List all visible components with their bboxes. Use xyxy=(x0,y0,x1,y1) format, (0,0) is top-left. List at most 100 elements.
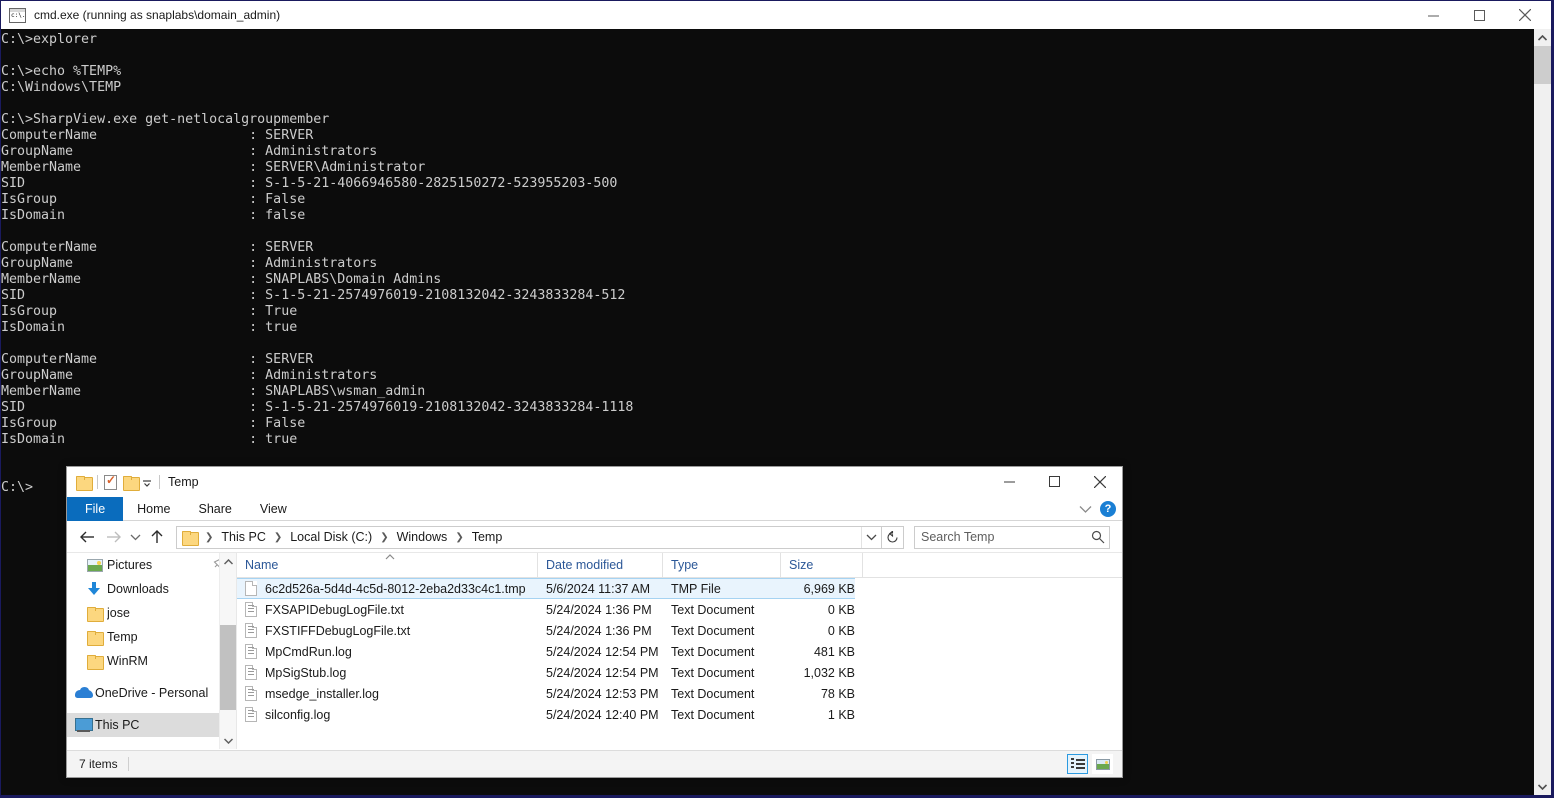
sidebar-item-jose[interactable]: jose xyxy=(67,601,236,625)
file-type-cell: TMP File xyxy=(671,581,721,596)
console-icon xyxy=(9,7,26,23)
cmd-scrollbar[interactable] xyxy=(1534,29,1551,795)
file-date-cell: 5/6/2024 11:37 AM xyxy=(546,581,651,596)
table-row[interactable]: FXSTIFFDebugLogFile.txt 5/24/2024 1:36 P… xyxy=(237,620,1122,641)
explorer-titlebar[interactable]: Temp xyxy=(67,467,1122,497)
forward-button[interactable] xyxy=(100,524,126,550)
file-name-cell: 6c2d526a-5d4d-4c5d-8012-2eba2d33c4c1.tmp xyxy=(237,581,538,596)
file-date-cell: 5/24/2024 12:54 PM xyxy=(546,644,659,659)
file-size-cell: 6,969 KB xyxy=(803,581,855,596)
scroll-down-arrow-icon[interactable] xyxy=(1534,778,1551,795)
file-name-cell: silconfig.log xyxy=(237,707,538,722)
column-header-size[interactable]: Size xyxy=(781,553,863,577)
text-document-icon xyxy=(245,707,257,722)
explorer-maximize-button[interactable] xyxy=(1032,467,1077,496)
file-size-cell: 0 KB xyxy=(827,602,855,617)
file-explorer-window: Temp File Home Share View ? xyxy=(66,466,1123,778)
scroll-up-arrow-icon[interactable] xyxy=(220,553,236,570)
large-icons-view-icon[interactable] xyxy=(1092,754,1113,774)
refresh-icon[interactable] xyxy=(882,525,904,549)
table-row[interactable]: MpSigStub.log 5/24/2024 12:54 PM Text Do… xyxy=(237,662,1122,683)
file-size-cell: 481 KB xyxy=(813,644,855,659)
sidebar-item-label: This PC xyxy=(95,718,140,732)
column-header-label: Type xyxy=(671,558,699,572)
search-placeholder: Search Temp xyxy=(921,530,995,544)
search-input[interactable]: Search Temp xyxy=(914,525,1110,549)
breadcrumb-this-pc[interactable]: This PC xyxy=(219,530,267,544)
text-document-icon xyxy=(245,665,257,680)
folder-icon xyxy=(87,605,104,622)
sidebar-item-onedrive[interactable]: OneDrive - Personal xyxy=(67,681,236,705)
table-row[interactable]: FXSAPIDebugLogFile.txt 5/24/2024 1:36 PM… xyxy=(237,599,1122,620)
column-header-name[interactable]: Name xyxy=(237,553,538,577)
explorer-main: Pictures Downloads jose Temp WinRM OneDr… xyxy=(67,552,1122,749)
quick-access-toolbar: Temp xyxy=(67,473,199,491)
file-date-cell: 5/24/2024 12:40 PM xyxy=(546,707,659,722)
breadcrumb-separator: ❯ xyxy=(380,531,389,543)
text-document-icon xyxy=(245,623,257,638)
sidebar-item-winrm[interactable]: WinRM xyxy=(67,649,236,673)
scroll-down-arrow-icon[interactable] xyxy=(220,732,236,749)
folder-icon[interactable] xyxy=(182,530,199,546)
cmd-window-controls xyxy=(1410,1,1548,29)
help-icon[interactable]: ? xyxy=(1100,501,1116,517)
cmd-maximize-button[interactable] xyxy=(1456,1,1502,29)
tab-share[interactable]: Share xyxy=(185,497,246,521)
table-row[interactable]: msedge_installer.log 5/24/2024 12:53 PM … xyxy=(237,683,1122,704)
breadcrumb-separator: ❯ xyxy=(273,531,283,543)
file-type-cell: Text Document xyxy=(671,644,755,659)
properties-icon[interactable] xyxy=(104,473,117,490)
explorer-close-button[interactable] xyxy=(1077,467,1122,496)
sidebar-item-temp[interactable]: Temp xyxy=(67,625,236,649)
breadcrumb-local-disk[interactable]: Local Disk (C:) xyxy=(288,530,374,544)
table-row[interactable]: 6c2d526a-5d4d-4c5d-8012-2eba2d33c4c1.tmp… xyxy=(237,578,855,599)
file-name-label: MpCmdRun.log xyxy=(265,644,352,659)
tab-view[interactable]: View xyxy=(246,497,301,521)
sidebar-item-label: OneDrive - Personal xyxy=(95,686,209,700)
column-header-date-modified[interactable]: Date modified xyxy=(538,553,663,577)
address-dropdown-icon[interactable] xyxy=(861,526,881,548)
breadcrumb-temp[interactable]: Temp xyxy=(470,530,505,544)
details-view-icon[interactable] xyxy=(1067,754,1088,774)
address-bar[interactable]: ❯ This PC ❯ Local Disk (C:) ❯ Windows ❯ … xyxy=(176,525,882,549)
column-header-label: Date modified xyxy=(546,558,624,572)
cmd-scrollbar-thumb[interactable] xyxy=(1534,46,1551,84)
search-icon[interactable] xyxy=(1087,530,1109,544)
sidebar-item-label: jose xyxy=(107,606,130,620)
sort-ascending-icon xyxy=(385,553,395,560)
qat-divider-2 xyxy=(159,475,160,489)
cmd-titlebar[interactable]: cmd.exe (running as snaplabs\domain_admi… xyxy=(1,1,1551,29)
chevron-down-icon[interactable] xyxy=(1079,505,1092,514)
file-type-cell: Text Document xyxy=(671,665,755,680)
file-name-cell: FXSTIFFDebugLogFile.txt xyxy=(237,623,538,638)
sidebar-item-pictures[interactable]: Pictures xyxy=(67,553,236,577)
file-name-label: msedge_installer.log xyxy=(265,686,379,701)
breadcrumb: ❯ This PC ❯ Local Disk (C:) ❯ Windows ❯ … xyxy=(177,530,505,546)
breadcrumb-separator: ❯ xyxy=(205,531,214,543)
breadcrumb-windows[interactable]: Windows xyxy=(395,530,450,544)
tab-file[interactable]: File xyxy=(67,497,124,521)
status-divider xyxy=(127,757,129,771)
cmd-minimize-button[interactable] xyxy=(1410,1,1456,29)
file-list-column-headers: Name Date modified Type Size xyxy=(237,553,1122,578)
recent-locations-button[interactable] xyxy=(126,524,144,550)
sidebar-item-downloads[interactable]: Downloads xyxy=(67,577,236,601)
customize-caret-icon[interactable] xyxy=(141,476,153,488)
navigation-pane-scrollbar[interactable] xyxy=(219,553,236,749)
column-header-type[interactable]: Type xyxy=(663,553,781,577)
up-button[interactable] xyxy=(144,524,170,550)
text-document-icon xyxy=(245,686,257,701)
scroll-up-arrow-icon[interactable] xyxy=(1534,29,1551,46)
new-folder-icon[interactable] xyxy=(123,475,140,491)
back-button[interactable] xyxy=(74,524,100,550)
file-date-cell: 5/24/2024 12:54 PM xyxy=(546,665,659,680)
explorer-minimize-button[interactable] xyxy=(987,467,1032,496)
table-row[interactable]: silconfig.log 5/24/2024 12:40 PM Text Do… xyxy=(237,704,1122,725)
file-name-cell: MpSigStub.log xyxy=(237,665,538,680)
folder-icon[interactable] xyxy=(76,475,93,491)
sidebar-item-this-pc[interactable]: This PC xyxy=(67,713,236,737)
cmd-close-button[interactable] xyxy=(1502,1,1548,29)
table-row[interactable]: MpCmdRun.log 5/24/2024 12:54 PM Text Doc… xyxy=(237,641,1122,662)
tab-home[interactable]: Home xyxy=(123,497,184,521)
navigation-pane-scrollbar-thumb[interactable] xyxy=(220,625,236,710)
